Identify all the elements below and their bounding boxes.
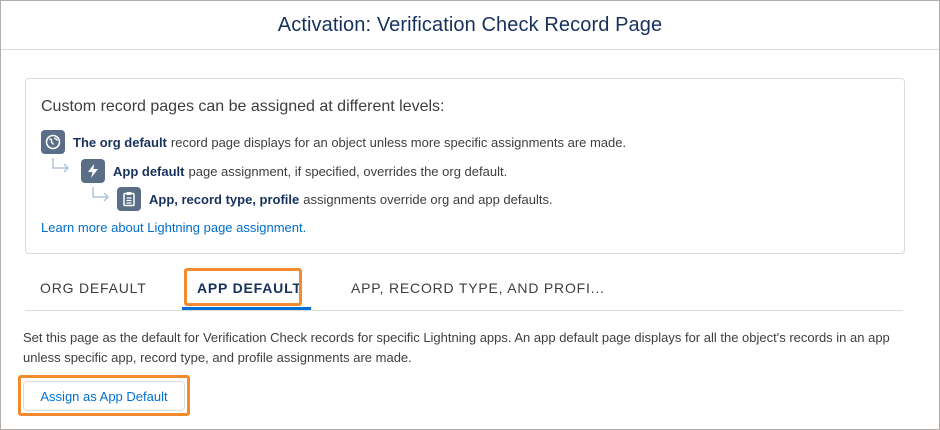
tab-app-record-type-profile[interactable]: APP, RECORD TYPE, AND PROFI... [351, 266, 605, 310]
tab-org-default[interactable]: ORG DEFAULT [40, 266, 147, 310]
activation-modal: Activation: Verification Check Record Pa… [0, 0, 940, 430]
level-app-record-type-profile: App, record type, profile assignments ov… [117, 187, 553, 211]
assignment-tabs: ORG DEFAULT APP DEFAULT APP, RECORD TYPE… [25, 266, 903, 311]
assign-as-app-default-button[interactable]: Assign as App Default [23, 381, 185, 411]
clipboard-icon [117, 187, 141, 211]
lightning-bolt-icon [81, 159, 105, 183]
info-heading: Custom record pages can be assigned at d… [41, 98, 445, 115]
modal-header: Activation: Verification Check Record Pa… [1, 1, 939, 50]
level-org-default-text: record page displays for an object unles… [170, 134, 627, 150]
learn-more-link[interactable]: Learn more about Lightning page assignme… [41, 220, 306, 235]
level-org-default: The org default record page displays for… [41, 130, 626, 154]
level-app-record-type-profile-text: assignments override org and app default… [303, 191, 553, 207]
level-app-default-text: page assignment, if specified, overrides… [188, 163, 508, 179]
hierarchy-connector-arrow [52, 158, 70, 173]
level-app-default-bold: App default [113, 163, 185, 179]
level-org-default-bold: The org default [73, 134, 167, 150]
globe-icon [41, 130, 65, 154]
assignment-levels-info-box: Custom record pages can be assigned at d… [25, 78, 905, 254]
modal-title: Activation: Verification Check Record Pa… [277, 13, 663, 36]
app-default-description: Set this page as the default for Verific… [23, 330, 890, 365]
level-app-record-type-profile-bold: App, record type, profile [149, 191, 300, 207]
tab-app-default[interactable]: APP DEFAULT [197, 266, 302, 310]
active-tab-indicator [182, 307, 311, 310]
modal-body: Custom record pages can be assigned at d… [1, 50, 939, 429]
hierarchy-connector-arrow [92, 187, 110, 202]
level-app-default: App default page assignment, if specifie… [81, 159, 507, 183]
